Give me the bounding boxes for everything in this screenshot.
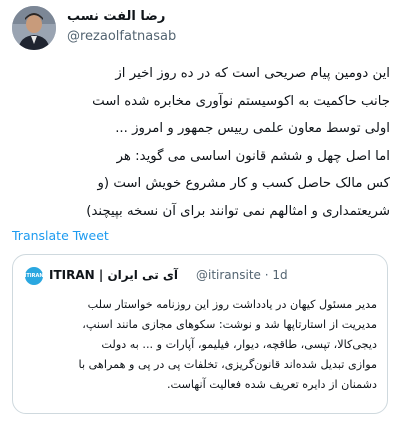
tweet-line: اولی توسط معاون علمی رییس جمهور و امروز … (115, 121, 390, 136)
quoted-line: موازی تبدیل شده‌اند قانون‌گریزی، تخلفات … (78, 358, 377, 371)
tweet-line: اما اصل چهل و ششم قانون اساسی می گوید: ه… (116, 148, 390, 164)
display-name[interactable]: رضا الفت نسب (67, 8, 176, 26)
tweet-line: جانب حاکمیت به اکوسیستم نوآوری مخابره شد… (92, 93, 390, 109)
quoted-line: مدیریت از استارتاپها شد و نوشت: سکوهای م… (82, 318, 377, 331)
tweet-line: شریعتمداری و امثالهم نمی توانند برای آن … (86, 203, 390, 219)
quoted-handle-time: @itiransite · 1d (196, 268, 288, 282)
tweet-line: این دومین پیام صریحی است که در ده روز اخ… (115, 66, 390, 81)
tweet-line: کس مالک حاصل کسب و کار مشروع خویش است (و (97, 176, 390, 191)
tweet-text: این دومین پیام صریحی است که در ده روز اخ… (10, 60, 390, 225)
tweet-header: رضا الفت نسب @rezaolfatnasab (12, 6, 388, 50)
quoted-tweet[interactable]: ITIRAN ITIRAN | آی تی ایران @itiransite … (12, 254, 388, 414)
avatar[interactable] (12, 6, 56, 50)
quoted-line: دیجی‌کالا، تپسی، طاقچه، دیوار، فیلیمو، آ… (101, 338, 377, 351)
quoted-line: دشمنان از دایره تعریف شده فعالیت آنهاست. (166, 378, 377, 391)
itiran-logo-icon: ITIRAN (24, 267, 44, 285)
quoted-display-name: ITIRAN | آی تی ایران (49, 268, 178, 282)
translate-tweet-link[interactable]: Translate Tweet (12, 228, 109, 243)
quoted-line: مدیر مسئول کیهان در یادداشت روز این روزن… (87, 298, 377, 311)
user-info: رضا الفت نسب @rezaolfatnasab (67, 8, 176, 46)
quoted-tweet-header: ITIRAN ITIRAN | آی تی ایران @itiransite … (24, 267, 375, 285)
quoted-tweet-text: مدیر مسئول کیهان در یادداشت روز این روزن… (21, 295, 377, 395)
profile-photo-icon (12, 6, 56, 50)
user-handle[interactable]: @rezaolfatnasab (67, 28, 176, 46)
